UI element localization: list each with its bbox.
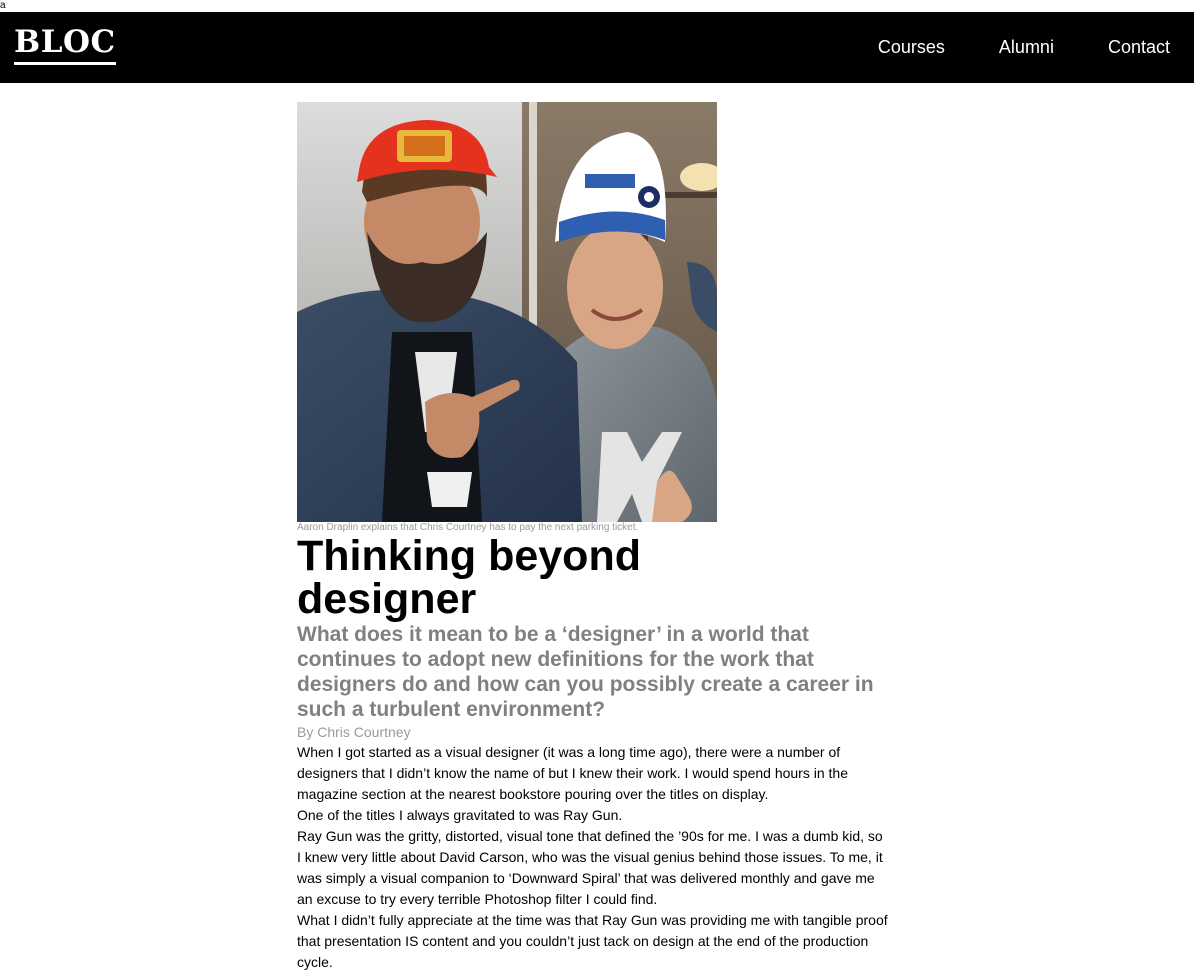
article-title: Thinking beyond designer	[297, 532, 641, 623]
article-byline: By Chris Courtney	[297, 724, 411, 740]
site-header: BLOC Courses Alumni Contact	[0, 12, 1194, 83]
nav-courses-link[interactable]: Courses	[878, 36, 945, 58]
nav-contact-link[interactable]: Contact	[1108, 36, 1170, 58]
main-nav: Courses Alumni Contact	[878, 36, 1170, 58]
article-paragraph: When I got started as a visual designer …	[297, 744, 848, 802]
stray-text: a	[0, 0, 6, 11]
article-photo	[297, 102, 717, 522]
article: Aaron Draplin explains that Chris Courtn…	[297, 102, 897, 973]
article-subtitle: What does it mean to be a ‘designer’ in …	[297, 623, 874, 721]
article-paragraph: One of the titles I always gravitated to…	[297, 807, 623, 823]
nav-alumni-link[interactable]: Alumni	[999, 36, 1054, 58]
logo[interactable]: BLOC	[14, 24, 116, 65]
article-paragraph: Ray Gun was the gritty, distorted, visua…	[297, 828, 883, 907]
article-paragraph: What I didn’t fully appreciate at the ti…	[297, 912, 888, 970]
